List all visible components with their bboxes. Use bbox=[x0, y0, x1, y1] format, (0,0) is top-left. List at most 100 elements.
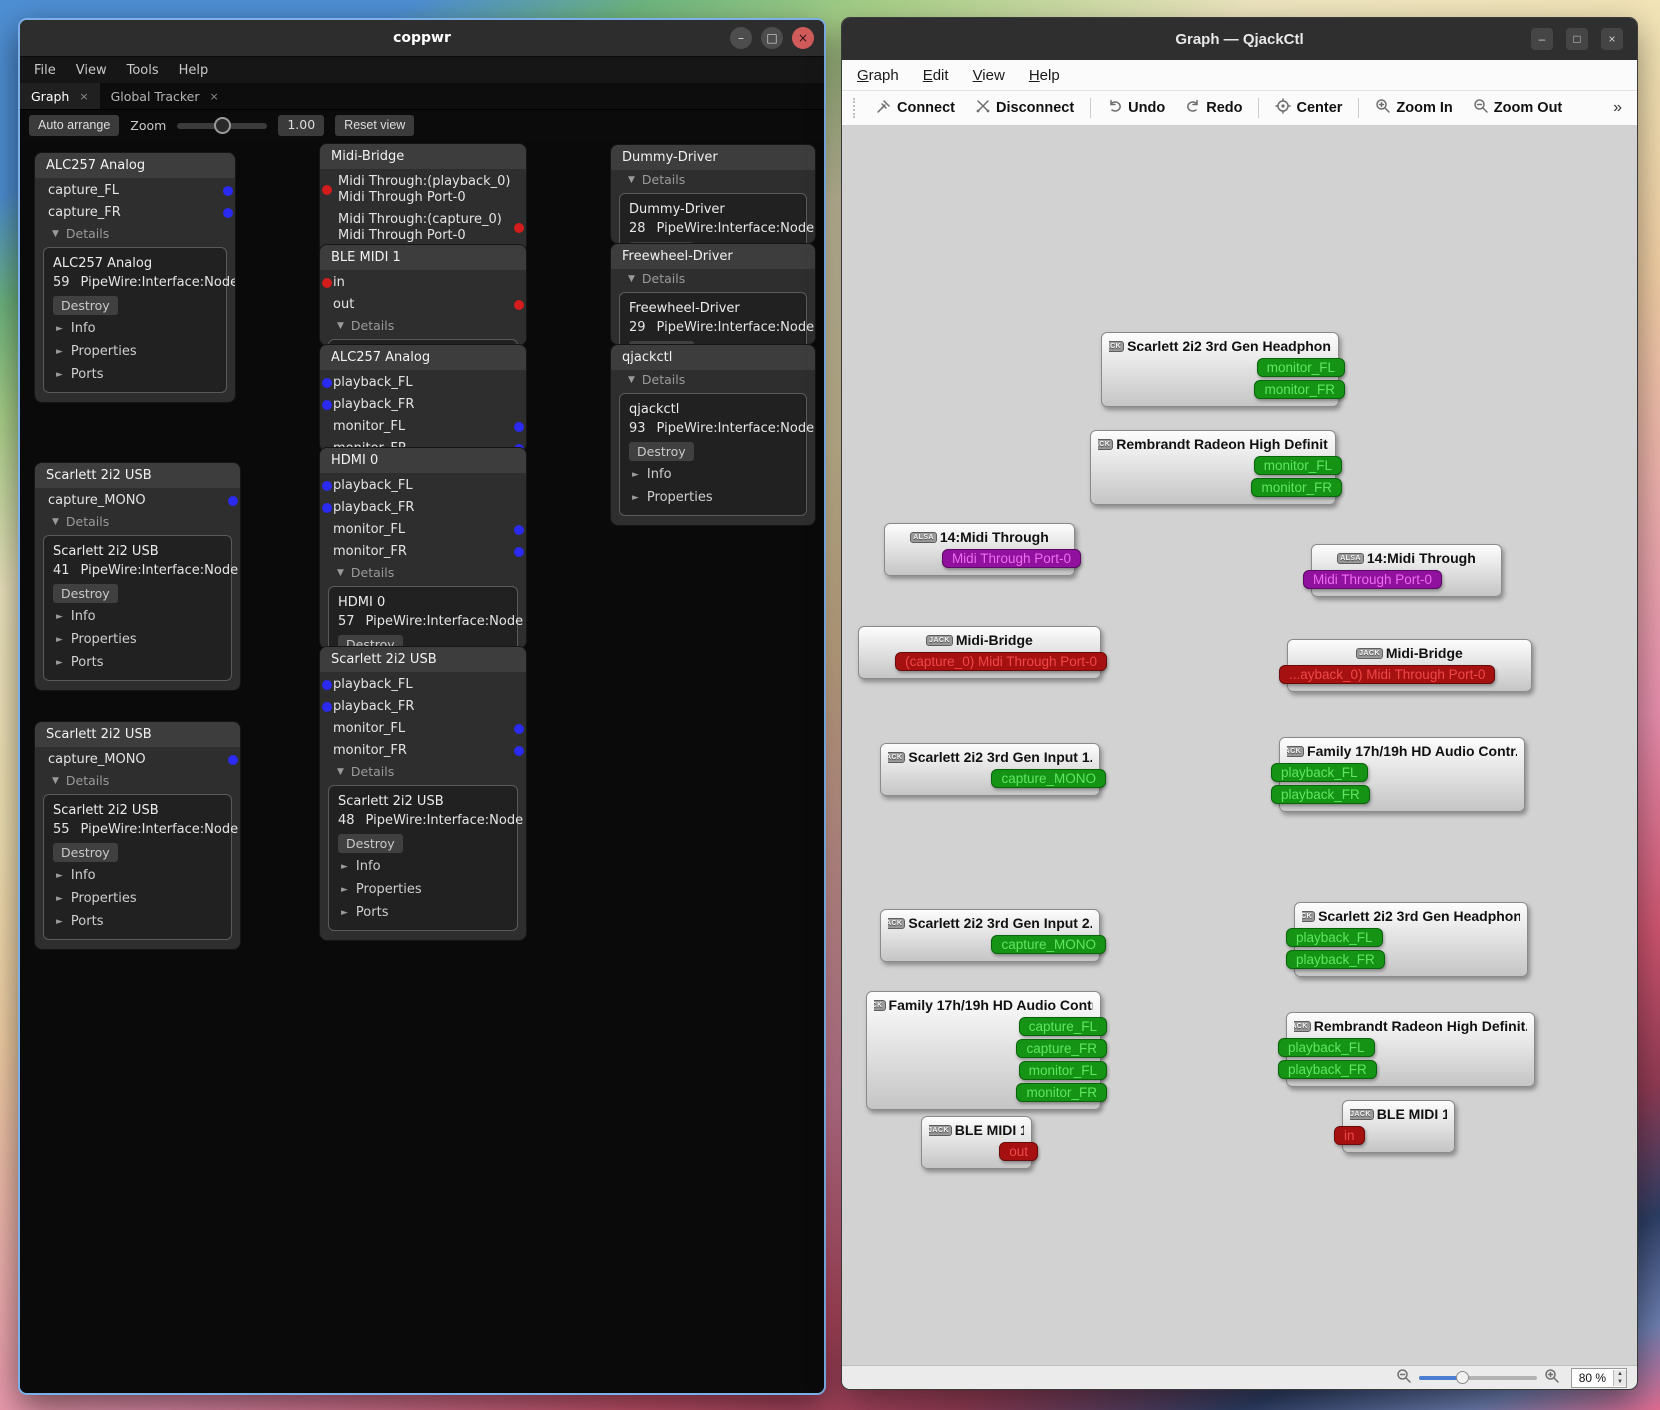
node-port[interactable]: Midi Through:(capture_0) Midi Through Po… bbox=[320, 209, 526, 247]
port-playback_fr[interactable]: playback_FR bbox=[1271, 785, 1370, 804]
details-section-properties[interactable]: ► Properties bbox=[53, 887, 222, 910]
qjackctl-graph-node[interactable]: JACKScarlett 2i2 3rd Gen Input 1... captu… bbox=[880, 743, 1106, 796]
port-dot-blue[interactable] bbox=[322, 378, 332, 388]
qjackctl-graph-canvas[interactable]: JACKScarlett 2i2 3rd Gen Headphon... moni… bbox=[842, 126, 1637, 1365]
port-dot-blue[interactable] bbox=[514, 422, 524, 432]
node-port[interactable]: capture_MONO bbox=[35, 490, 240, 512]
node-title[interactable]: JACKScarlett 2i2 3rd Gen Input 1... bbox=[888, 749, 1092, 765]
spinbox-arrows[interactable]: ▲ ▼ bbox=[1613, 1369, 1626, 1386]
port--capture_0-midi-through-port-0[interactable]: (capture_0) Midi Through Port-0 bbox=[895, 652, 1107, 671]
details-section-ports[interactable]: ► Ports bbox=[53, 363, 217, 386]
minimize-button[interactable]: – bbox=[1531, 28, 1553, 50]
close-button[interactable]: × bbox=[792, 27, 814, 49]
menu-item-view[interactable]: View bbox=[76, 63, 107, 78]
menu-item-help[interactable]: Help bbox=[1029, 67, 1060, 84]
details-section-properties[interactable]: ► Properties bbox=[629, 486, 797, 509]
destroy-button[interactable]: Destroy bbox=[53, 584, 118, 603]
port-dot-blue[interactable] bbox=[322, 400, 332, 410]
graph-node[interactable]: Scarlett 2i2 USB capture_MONO ▼ Details Scar… bbox=[35, 722, 240, 949]
node-port[interactable]: capture_MONO bbox=[35, 749, 240, 771]
port-dot-blue[interactable] bbox=[514, 746, 524, 756]
zoom-slider-handle[interactable] bbox=[214, 116, 232, 134]
node-title[interactable]: Scarlett 2i2 USB bbox=[35, 463, 240, 488]
node-title[interactable]: JACK BLE MIDI 1 bbox=[929, 1122, 1024, 1138]
details-section-properties[interactable]: ► Properties bbox=[338, 878, 508, 901]
node-title[interactable]: JACKScarlett 2i2 3rd Gen Headphon... bbox=[1109, 338, 1331, 354]
node-title[interactable]: JACKRembrandt Radeon High Definit... bbox=[1098, 436, 1328, 452]
menu-item-file[interactable]: File bbox=[34, 63, 56, 78]
node-title[interactable]: JACKScarlett 2i2 3rd Gen Input 2... bbox=[888, 915, 1092, 931]
toolbar-drag-handle[interactable] bbox=[853, 98, 860, 118]
graph-node[interactable]: Scarlett 2i2 USB playback_FL playback_FR mo… bbox=[320, 647, 526, 940]
details-toggle[interactable]: ▼ Details bbox=[35, 771, 240, 791]
graph-node[interactable]: ALC257 Analog capture_FL capture_FR ▼ Detail… bbox=[35, 153, 235, 402]
reset-view-button[interactable]: Reset view bbox=[335, 115, 415, 136]
port-capture_mono[interactable]: capture_MONO bbox=[991, 769, 1106, 788]
coppwr-titlebar[interactable]: coppwr – □ × bbox=[20, 20, 824, 57]
graph-node[interactable]: Scarlett 2i2 USB capture_MONO ▼ Details Scar… bbox=[35, 463, 240, 690]
menu-item-graph[interactable]: Graph bbox=[857, 67, 899, 84]
node-port[interactable]: monitor_FL bbox=[320, 718, 526, 740]
graph-node[interactable]: Freewheel-Driver ▼ Details Freewheel-Driver… bbox=[611, 244, 815, 344]
destroy-button[interactable]: Destroy bbox=[53, 843, 118, 862]
destroy-button[interactable]: Destroy bbox=[629, 242, 694, 243]
port-midi-through-port-0[interactable]: Midi Through Port-0 bbox=[941, 549, 1081, 568]
node-title[interactable]: Freewheel-Driver bbox=[611, 244, 815, 269]
toolbar-button-redo[interactable]: Redo bbox=[1176, 95, 1251, 121]
node-title[interactable]: ALC257 Analog bbox=[35, 153, 235, 178]
node-title[interactable]: HDMI 0 bbox=[320, 448, 526, 473]
details-section-info[interactable]: ► Info bbox=[338, 855, 508, 878]
port-dot-blue[interactable] bbox=[223, 208, 233, 218]
node-port[interactable]: monitor_FR bbox=[320, 541, 526, 563]
graph-node[interactable]: Dummy-Driver ▼ Details Dummy-Driver 28 PipeWi… bbox=[611, 145, 815, 243]
details-section-properties[interactable]: ► Properties bbox=[53, 340, 217, 363]
node-title[interactable]: JACK Midi-Bridge bbox=[866, 632, 1093, 648]
port-monitor_fl[interactable]: monitor_FL bbox=[1256, 358, 1345, 377]
port-dot-blue[interactable] bbox=[228, 755, 238, 765]
details-toggle[interactable]: ▼ Details bbox=[611, 370, 815, 390]
node-port[interactable]: playback_FL bbox=[320, 372, 526, 394]
port-dot-red[interactable] bbox=[322, 185, 332, 195]
port-dot-blue[interactable] bbox=[228, 496, 238, 506]
node-title[interactable]: ALSA 14:Midi Through bbox=[1319, 550, 1494, 566]
destroy-button[interactable]: Destroy bbox=[629, 442, 694, 461]
zoom-percent-spinbox[interactable]: 80 % ▲ ▼ bbox=[1570, 1367, 1627, 1388]
destroy-button[interactable]: Destroy bbox=[629, 341, 694, 344]
qjackctl-graph-node[interactable]: JACK Midi-Bridge (capture_0) Midi Through … bbox=[858, 626, 1107, 679]
port-midi-through-port-0[interactable]: Midi Through Port-0 bbox=[1303, 570, 1443, 589]
zoom-slider[interactable] bbox=[1418, 1370, 1537, 1384]
node-title[interactable]: JACKRembrandt Radeon High Definit... bbox=[1294, 1018, 1527, 1034]
node-port[interactable]: playback_FL bbox=[320, 475, 526, 497]
destroy-button[interactable]: Destroy bbox=[338, 834, 403, 853]
port-dot-red[interactable] bbox=[514, 223, 524, 233]
node-title[interactable]: JACKFamily 17h/19h HD Audio Contr... bbox=[874, 997, 1093, 1013]
qjackctl-graph-node[interactable]: JACK Midi-Bridge ...ayback_0) Midi Through… bbox=[1279, 639, 1532, 692]
tab-close-icon[interactable]: × bbox=[210, 90, 219, 103]
details-section-ports[interactable]: ► Ports bbox=[53, 651, 222, 674]
destroy-button[interactable]: Destroy bbox=[53, 296, 118, 315]
qjackctl-graph-node[interactable]: JACKRembrandt Radeon High Definit... play… bbox=[1278, 1012, 1535, 1087]
menu-item-help[interactable]: Help bbox=[179, 63, 209, 78]
port-dot-blue[interactable] bbox=[514, 547, 524, 557]
port-dot-blue[interactable] bbox=[322, 702, 332, 712]
node-title[interactable]: Scarlett 2i2 USB bbox=[320, 647, 526, 672]
port-monitor_fl[interactable]: monitor_FL bbox=[1018, 1061, 1107, 1080]
qjackctl-graph-node[interactable]: JACKFamily 17h/19h HD Audio Contr... play… bbox=[1271, 737, 1525, 812]
coppwr-graph-canvas[interactable]: ALC257 Analog capture_FL capture_FR ▼ Detail… bbox=[20, 141, 824, 1393]
node-title[interactable]: JACKFamily 17h/19h HD Audio Contr... bbox=[1287, 743, 1517, 759]
menu-item-edit[interactable]: Edit bbox=[923, 67, 949, 84]
node-title[interactable]: JACKScarlett 2i2 3rd Gen Headphon... bbox=[1302, 908, 1520, 924]
details-section-info[interactable]: ► Info bbox=[53, 605, 222, 628]
port-capture_fr[interactable]: capture_FR bbox=[1016, 1039, 1107, 1058]
port-in[interactable]: in bbox=[1334, 1126, 1365, 1145]
graph-node[interactable]: BLE MIDI 1 in out ▼ Details bbox=[320, 245, 526, 345]
port-monitor_fr[interactable]: monitor_FR bbox=[1016, 1083, 1107, 1102]
port-dot-blue[interactable] bbox=[514, 724, 524, 734]
qjackctl-graph-node[interactable]: JACKFamily 17h/19h HD Audio Contr... capt… bbox=[866, 991, 1107, 1110]
qjackctl-graph-node[interactable]: ALSA 14:Midi Through Midi Through Port-0 bbox=[884, 523, 1081, 576]
details-toggle[interactable]: ▼ Details bbox=[35, 512, 240, 532]
zoom-slider[interactable] bbox=[177, 116, 268, 134]
port-dot-red[interactable] bbox=[322, 278, 332, 288]
spin-down-icon[interactable]: ▼ bbox=[1614, 1377, 1626, 1386]
spin-up-icon[interactable]: ▲ bbox=[1614, 1369, 1626, 1378]
